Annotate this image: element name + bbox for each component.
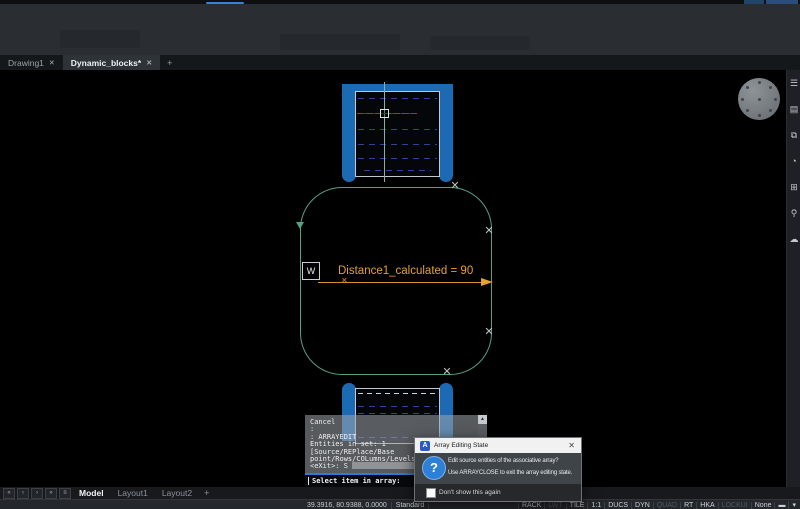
dashed-line bbox=[358, 158, 437, 159]
crosshair-cursor-vertical bbox=[384, 82, 385, 182]
compass-dot bbox=[741, 97, 744, 101]
pickbox-cursor bbox=[380, 109, 389, 118]
tab-model[interactable]: Model bbox=[73, 488, 110, 498]
dashed-line bbox=[358, 406, 437, 407]
command-history-line: : bbox=[310, 425, 315, 434]
doc-tab-label: Drawing1 bbox=[8, 57, 44, 68]
compass-center-dot bbox=[757, 97, 761, 101]
dashed-line bbox=[358, 98, 437, 99]
doc-tab-dynamic-blocks[interactable]: Dynamic_blocks* ✕ bbox=[62, 55, 161, 70]
array-item-marker: ✕ bbox=[484, 225, 494, 237]
prev-tab-button[interactable]: ‹ bbox=[17, 487, 29, 499]
dialog-footer: Don't show this again bbox=[415, 484, 581, 501]
chevron-down-icon[interactable]: ▾ bbox=[788, 501, 799, 509]
compass-dot bbox=[768, 86, 772, 90]
new-tab-button[interactable]: + bbox=[160, 55, 179, 70]
filter-icon[interactable]: ☰ bbox=[787, 75, 800, 91]
question-icon: ? bbox=[422, 456, 446, 480]
compass-dot bbox=[774, 97, 777, 101]
dialog-title: Array Editing State bbox=[434, 442, 489, 449]
compass-dot bbox=[757, 81, 761, 84]
ribbon-blur-shape bbox=[60, 30, 140, 48]
dimension-arrowhead-icon bbox=[481, 278, 493, 286]
width-parameter-marker[interactable]: W bbox=[302, 262, 320, 280]
watch-case-polyline[interactable] bbox=[300, 187, 492, 375]
status-bar: 39.3916, 80.9388, 0.0000 Standard RACK L… bbox=[0, 499, 800, 509]
cloud-icon[interactable]: ☁ bbox=[787, 231, 800, 247]
last-tab-button[interactable]: » bbox=[45, 487, 57, 499]
dashed-line bbox=[364, 170, 431, 171]
toggle-rt[interactable]: RT bbox=[680, 501, 696, 509]
tab-layout1[interactable]: Layout1 bbox=[112, 488, 154, 498]
tab-layout2[interactable]: Layout2 bbox=[156, 488, 198, 498]
next-tab-button[interactable]: › bbox=[31, 487, 43, 499]
tab-list-button[interactable]: ≡ bbox=[59, 487, 71, 499]
compass-dot bbox=[757, 114, 761, 117]
bricscad-window: Drawing1 ✕ Dynamic_blocks* ✕ + ✕ ✕ ✕ ✕ W… bbox=[0, 0, 800, 509]
clipboard-icon[interactable]: ⧉ bbox=[787, 127, 800, 143]
command-prompt: Select item in array: bbox=[312, 477, 401, 485]
right-panel-strip: ☰ ▤ ⧉ ◔ ⊞ ⚲ ☁ bbox=[786, 70, 800, 487]
top-strap-right-leg[interactable] bbox=[439, 84, 453, 182]
hatch-icon[interactable]: ◔ bbox=[787, 153, 800, 169]
ribbon-blur-shape bbox=[430, 36, 530, 50]
compass-dot bbox=[746, 108, 750, 112]
layout-tab-bar: « ‹ › » ≡ Model Layout1 Layout2 + bbox=[0, 487, 800, 499]
toggle-quad[interactable]: QUAD bbox=[652, 501, 680, 509]
array-editing-state-dialog: A Array Editing State ✕ ? Edit source en… bbox=[414, 437, 582, 502]
toggle-ducs[interactable]: DUCS bbox=[604, 501, 631, 509]
dashed-line bbox=[358, 393, 437, 394]
dialog-message-line1: Edit source entities of the associative … bbox=[448, 458, 559, 464]
command-history-line: Cancel bbox=[310, 418, 336, 426]
text-cursor bbox=[308, 477, 309, 485]
polyline-direction-arrow bbox=[296, 222, 304, 229]
current-style[interactable]: Standard bbox=[392, 501, 430, 509]
dimension-label[interactable]: Distance1_calculated = 90 bbox=[338, 265, 473, 277]
app-icon: A bbox=[420, 440, 430, 451]
compass-dot bbox=[746, 86, 750, 90]
toggle-lockui[interactable]: LOCKUI bbox=[717, 501, 751, 509]
view-compass[interactable] bbox=[738, 78, 780, 120]
array-item-marker: ✕ bbox=[450, 180, 460, 192]
coordinates-group: 39.3916, 80.9388, 0.0000 Standard bbox=[303, 500, 430, 509]
light-icon[interactable]: ⚲ bbox=[787, 205, 800, 221]
top-strap-block[interactable] bbox=[355, 91, 440, 177]
blocks-icon[interactable]: ⊞ bbox=[787, 179, 800, 195]
layers-icon[interactable]: ▤ bbox=[787, 101, 800, 117]
drawing-canvas[interactable]: ✕ ✕ ✕ ✕ W Distance1_calculated = 90 ✕ Ca… bbox=[0, 70, 800, 487]
close-icon[interactable]: ✕ bbox=[568, 441, 575, 450]
array-item-marker: ✕ bbox=[442, 366, 452, 378]
dialog-message-line2: Use ARRAYCLOSE to exit the array editing… bbox=[448, 470, 573, 476]
dont-show-again-checkbox[interactable] bbox=[426, 488, 436, 498]
ribbon-area bbox=[0, 4, 800, 56]
array-item-marker: ✕ bbox=[484, 326, 494, 338]
close-icon[interactable]: ✕ bbox=[146, 59, 152, 67]
dimension-x-marker: ✕ bbox=[341, 276, 348, 285]
toggle-tile[interactable]: TILE bbox=[565, 501, 588, 509]
dialog-body: ? Edit source entities of the associativ… bbox=[415, 453, 581, 484]
toggle-lwt[interactable]: LWT bbox=[544, 501, 565, 509]
document-tab-bar: Drawing1 ✕ Dynamic_blocks* ✕ + bbox=[0, 55, 800, 70]
add-layout-button[interactable]: + bbox=[200, 488, 213, 498]
scroll-up-icon[interactable]: ▲ bbox=[478, 415, 487, 424]
coordinates-readout: 39.3916, 80.9388, 0.0000 bbox=[303, 501, 392, 509]
dashed-line bbox=[358, 144, 437, 145]
ribbon-blur-shape bbox=[280, 34, 400, 50]
dialog-title-bar[interactable]: A Array Editing State ✕ bbox=[415, 438, 581, 453]
doc-tab-label: Dynamic_blocks* bbox=[70, 57, 142, 68]
close-icon[interactable]: ✕ bbox=[49, 59, 55, 67]
doc-tab-drawing1[interactable]: Drawing1 ✕ bbox=[0, 55, 63, 70]
dashed-line bbox=[358, 129, 437, 130]
top-strap-left-leg[interactable] bbox=[342, 84, 356, 182]
toggle-strack[interactable]: RACK bbox=[517, 501, 544, 509]
toggle-none[interactable]: None bbox=[750, 501, 775, 509]
toggle-dyn[interactable]: DYN bbox=[631, 501, 653, 509]
compass-dot bbox=[768, 108, 772, 112]
toggle-hka[interactable]: HKA bbox=[696, 501, 717, 509]
dashed-line bbox=[358, 413, 437, 414]
lineweight-icon[interactable]: ▬ bbox=[774, 501, 788, 509]
toggle-scale[interactable]: 1:1 bbox=[587, 501, 604, 509]
dont-show-again-label: Don't show this again bbox=[439, 489, 501, 496]
first-tab-button[interactable]: « bbox=[3, 487, 15, 499]
